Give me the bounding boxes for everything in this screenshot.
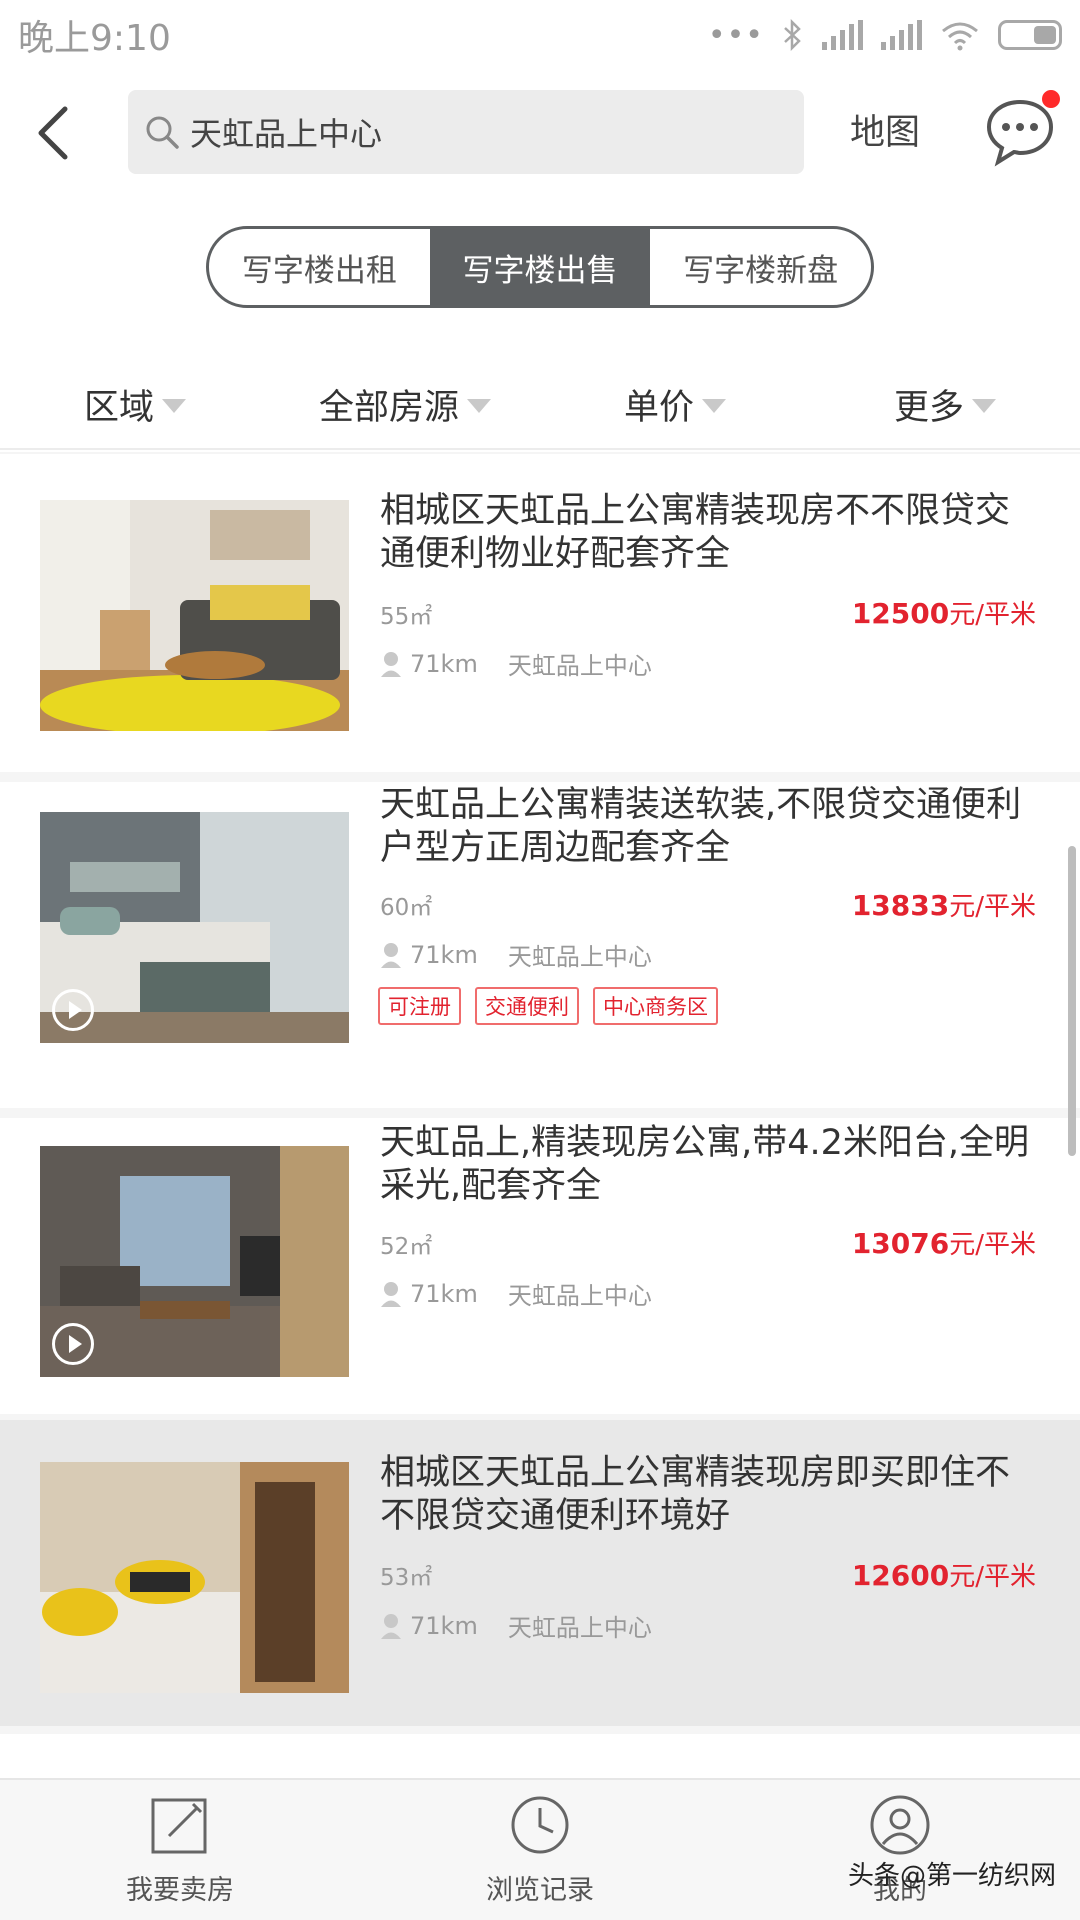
scrollbar[interactable] (1068, 846, 1076, 1156)
listing-location: 天虹品上中心 (507, 1282, 652, 1310)
price-unit: 元/平米 (949, 600, 1036, 630)
filter-source-label: 全部房源 (318, 387, 459, 428)
listing-tag: 中心商务区 (593, 987, 718, 1025)
top-header: 天虹品上中心 地图 (0, 80, 1080, 186)
signal-icon (822, 20, 863, 50)
listing-area: 55㎡ (380, 604, 433, 630)
signal-icon-2 (881, 20, 922, 50)
nav-history[interactable]: 浏览记录 (360, 1780, 720, 1920)
listing-photo (40, 812, 349, 1043)
dropdown-arrow-icon (702, 399, 726, 413)
filter-region-label: 区域 (83, 387, 154, 428)
listing-meta: 71km 天虹品上中心 (380, 1276, 652, 1311)
map-button[interactable]: 地图 (850, 104, 920, 155)
person-icon (381, 1281, 401, 1307)
listing-list: 相城区天虹品上公寓精装现房不不限贷交通便利物业好配套齐全 55㎡ 12500元/… (0, 452, 1080, 1778)
bluetooth-icon (784, 19, 801, 51)
price-unit: 元/平米 (949, 1230, 1036, 1260)
listing-area: 53㎡ (380, 1565, 433, 1591)
listing-card[interactable]: 相城区天虹品上公寓精装现房即买即住不不限贷交通便利环境好 53㎡ 12600元/… (0, 1420, 1080, 1726)
listing-distance: 71km (410, 1279, 478, 1308)
message-button[interactable] (984, 88, 1062, 168)
listing-tag: 可注册 (378, 987, 461, 1025)
tab-office-rent[interactable]: 写字楼出租 (209, 229, 430, 305)
listing-card[interactable]: 相城区天虹品上公寓精装现房不不限贷交通便利物业好配套齐全 55㎡ 12500元/… (0, 454, 1080, 772)
filter-bar: 区域 全部房源 单价 更多 (0, 360, 1080, 450)
filter-unit-price[interactable]: 单价 (540, 379, 810, 430)
notification-dot (1040, 88, 1062, 110)
tab-office-sale[interactable]: 写字楼出售 (429, 229, 651, 305)
listing-card[interactable] (0, 1734, 1080, 1778)
nav-sell-house[interactable]: 我要卖房 (0, 1780, 360, 1920)
listing-title: 相城区天虹品上公寓精装现房不不限贷交通便利物业好配套齐全 (380, 491, 1011, 574)
listing-tag: 交通便利 (475, 987, 579, 1025)
status-bar: 晚上9:10 ••• (0, 0, 1080, 70)
price-value: 13833 (851, 889, 950, 922)
price-unit: 元/平米 (949, 892, 1036, 922)
play-icon (52, 1323, 94, 1365)
listing-area: 60㎡ (380, 895, 433, 921)
listing-location: 天虹品上中心 (507, 1614, 652, 1642)
person-icon (381, 651, 401, 677)
price-unit: 元/平米 (949, 1562, 1036, 1592)
edit-icon (151, 1798, 207, 1853)
dropdown-arrow-icon (162, 399, 186, 413)
chevron-left-icon (38, 106, 68, 160)
filter-unit-price-label: 单价 (623, 387, 694, 428)
listing-price: 12500元/平米 (852, 594, 1036, 631)
dropdown-arrow-icon (467, 399, 491, 413)
user-icon (870, 1795, 930, 1854)
listing-title: 天虹品上,精装现房公寓,带4.2米阳台,全明采光,配套齐全 (380, 1123, 1030, 1206)
watermark: 头条@第一纺织网 (847, 1861, 1056, 1891)
filter-more-label: 更多 (893, 387, 964, 428)
listing-distance: 71km (410, 1611, 478, 1640)
listing-photo (40, 1146, 349, 1377)
filter-more[interactable]: 更多 (810, 379, 1080, 430)
listing-price: 12600元/平米 (852, 1556, 1036, 1593)
more-dots-icon: ••• (707, 17, 764, 53)
listing-price: 13076元/平米 (852, 1224, 1036, 1261)
segmented-tabs: 写字楼出租 写字楼出售 写字楼新盘 (206, 226, 874, 308)
search-icon (146, 116, 179, 149)
listing-location: 天虹品上中心 (507, 943, 652, 971)
bottom-nav: 我要卖房 浏览记录 我的 (0, 1778, 1080, 1920)
nav-history-label: 浏览记录 (486, 1874, 594, 1906)
listing-title: 天虹品上公寓精装送软装,不限贷交通便利户型方正周边配套齐全 (380, 785, 1022, 868)
filter-source[interactable]: 全部房源 (270, 379, 540, 430)
tab-office-new[interactable]: 写字楼新盘 (650, 229, 871, 305)
search-text: 天虹品上中心 (190, 115, 383, 153)
listing-photo (40, 500, 349, 731)
price-value: 12600 (851, 1559, 950, 1592)
listing-area: 52㎡ (380, 1234, 433, 1260)
listing-meta: 71km 天虹品上中心 (380, 937, 652, 972)
listing-title: 相城区天虹品上公寓精装现房即买即住不不限贷交通便利环境好 (380, 1453, 1011, 1536)
status-icons: ••• (708, 18, 1062, 53)
listing-distance: 71km (410, 940, 478, 969)
person-icon (381, 1613, 401, 1639)
listing-photo (40, 1462, 349, 1693)
listing-card[interactable]: 天虹品上公寓精装送软装,不限贷交通便利户型方正周边配套齐全 60㎡ 13833元… (0, 782, 1080, 1108)
nav-mine[interactable]: 我的 (720, 1780, 1080, 1920)
listing-meta: 71km 天虹品上中心 (380, 1608, 652, 1643)
status-time: 晚上9:10 (18, 18, 171, 59)
listing-card[interactable]: 天虹品上,精装现房公寓,带4.2米阳台,全明采光,配套齐全 52㎡ 13076元… (0, 1118, 1080, 1414)
wifi-icon (942, 22, 978, 51)
listing-location: 天虹品上中心 (507, 652, 652, 680)
clock-icon (511, 1796, 569, 1853)
price-value: 12500 (851, 597, 950, 630)
filter-region[interactable]: 区域 (0, 379, 270, 430)
play-icon (52, 989, 94, 1031)
listing-price: 13833元/平米 (852, 886, 1036, 923)
nav-sell-house-label: 我要卖房 (126, 1874, 234, 1906)
price-value: 13076 (851, 1227, 950, 1260)
search-input[interactable]: 天虹品上中心 (128, 90, 804, 174)
listing-meta: 71km 天虹品上中心 (380, 646, 652, 681)
dropdown-arrow-icon (972, 399, 996, 413)
battery-icon (998, 20, 1062, 50)
listing-distance: 71km (410, 649, 478, 678)
back-button[interactable] (18, 98, 88, 168)
listing-tags: 可注册 交通便利 中心商务区 (378, 987, 718, 1025)
person-icon (381, 942, 401, 968)
